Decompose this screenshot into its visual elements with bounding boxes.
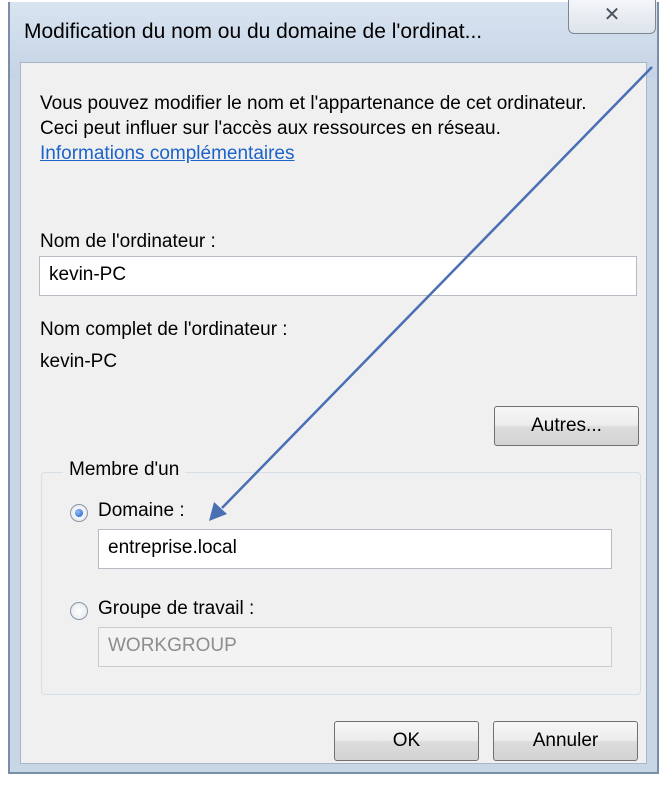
description-text: Vous pouvez modifier le nom et l'apparte…	[40, 91, 610, 166]
computer-name-label: Nom de l'ordinateur :	[40, 231, 216, 252]
workgroup-radio[interactable]	[70, 602, 88, 620]
domain-label: Domaine :	[98, 500, 185, 521]
domain-input[interactable]: entreprise.local	[98, 529, 612, 569]
cancel-button[interactable]: Annuler	[493, 721, 638, 761]
dialog-window: Modification du nom ou du domaine de l'o…	[8, 0, 659, 774]
member-of-label: Membre d'un	[63, 459, 186, 481]
close-button[interactable]: ✕	[568, 0, 656, 34]
computer-name-input[interactable]: kevin-PC	[39, 256, 637, 296]
ok-button[interactable]: OK	[334, 721, 479, 761]
domain-radio[interactable]	[70, 504, 88, 522]
full-name-label: Nom complet de l'ordinateur :	[40, 319, 288, 340]
description-body: Vous pouvez modifier le nom et l'apparte…	[40, 93, 587, 139]
workgroup-label: Groupe de travail :	[98, 598, 255, 619]
close-icon: ✕	[603, 4, 621, 26]
window-title: Modification du nom ou du domaine de l'o…	[24, 20, 483, 43]
dialog-content: Vous pouvez modifier le nom et l'apparte…	[20, 62, 647, 764]
more-info-link[interactable]: Informations complémentaires	[40, 143, 295, 164]
workgroup-input: WORKGROUP	[98, 627, 612, 667]
more-button[interactable]: Autres...	[494, 406, 639, 446]
full-name-value: kevin-PC	[40, 351, 118, 372]
